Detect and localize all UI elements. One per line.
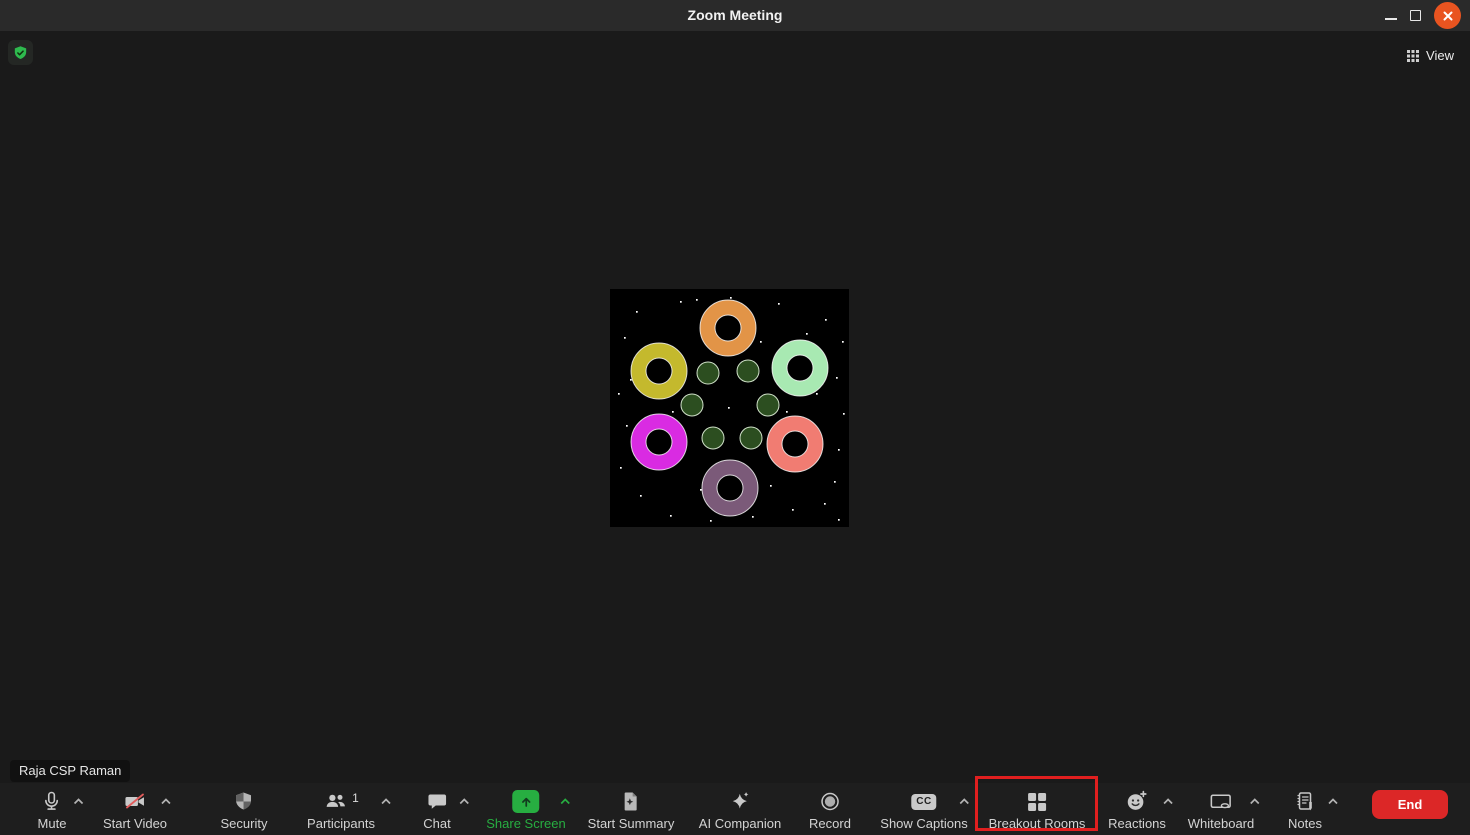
close-button[interactable] (1434, 2, 1461, 29)
share-screen-icon (513, 790, 540, 813)
zoom-meeting-window: Zoom Meeting View (0, 0, 1470, 835)
end-button[interactable]: End (1372, 790, 1448, 819)
view-label: View (1426, 48, 1454, 63)
meeting-info-button[interactable] (8, 40, 33, 65)
mute-label: Mute (38, 816, 67, 832)
window-title: Zoom Meeting (0, 0, 1470, 31)
chevron-up-icon[interactable] (559, 798, 571, 805)
minimize-button[interactable] (1385, 18, 1397, 20)
whiteboard-icon (1208, 789, 1233, 814)
participant-name-tag: Raja CSP Raman (10, 760, 130, 782)
show-captions-label: Show Captions (880, 816, 967, 832)
notes-icon (1293, 789, 1317, 814)
breakout-rooms-label: Breakout Rooms (989, 816, 1086, 832)
toolbar-record[interactable]: Record (809, 788, 851, 832)
meeting-toolbar: Mute Start Video Secur (0, 783, 1470, 835)
video-camera-off-icon (123, 789, 147, 814)
participants-label: Participants (307, 816, 375, 832)
grid-view-icon (1406, 49, 1420, 63)
record-label: Record (809, 816, 851, 832)
start-video-label: Start Video (103, 816, 167, 832)
chevron-up-icon[interactable] (1162, 798, 1174, 805)
chat-label: Chat (423, 816, 450, 832)
toolbar-show-captions[interactable]: CC Show Captions (880, 788, 967, 832)
close-icon (1442, 10, 1454, 22)
record-icon (818, 789, 842, 814)
ai-companion-label: AI Companion (699, 816, 781, 832)
chevron-up-icon[interactable] (958, 798, 970, 805)
toolbar-chat[interactable]: Chat (423, 788, 450, 832)
toolbar-breakout-rooms[interactable]: Breakout Rooms (989, 788, 1086, 832)
titlebar: Zoom Meeting (0, 0, 1470, 31)
reactions-smiley-icon (1125, 789, 1150, 814)
share-screen-label: Share Screen (486, 816, 566, 832)
participants-count: 1 (352, 791, 359, 805)
cc-icon: CC (911, 794, 936, 810)
security-label: Security (221, 816, 268, 832)
ai-sparkle-icon (727, 789, 753, 815)
start-summary-label: Start Summary (588, 816, 675, 832)
chevron-up-icon[interactable] (1327, 798, 1339, 805)
window-controls (1385, 0, 1461, 31)
shield-icon (232, 789, 256, 814)
security-shield-icon (12, 44, 29, 62)
chevron-up-icon[interactable] (1249, 798, 1261, 805)
chevron-up-icon[interactable] (458, 798, 470, 805)
toolbar-security[interactable]: Security (221, 788, 268, 832)
toolbar-notes[interactable]: Notes (1288, 788, 1322, 832)
notes-label: Notes (1288, 816, 1322, 832)
chevron-up-icon[interactable] (160, 798, 172, 805)
toolbar-reactions[interactable]: Reactions (1108, 788, 1166, 832)
shared-image-svg (610, 289, 849, 527)
chevron-up-icon[interactable] (380, 798, 392, 805)
summary-document-icon (619, 789, 643, 814)
whiteboard-label: Whiteboard (1188, 816, 1254, 832)
toolbar-ai-companion[interactable]: AI Companion (699, 788, 781, 832)
chevron-up-icon[interactable] (73, 798, 85, 805)
chat-bubble-icon (425, 789, 449, 814)
breakout-rooms-icon (1025, 789, 1049, 814)
toolbar-participants[interactable]: 1 Participants (307, 788, 375, 832)
maximize-button[interactable] (1410, 10, 1421, 21)
view-button[interactable]: View (1406, 48, 1454, 63)
toolbar-share-screen[interactable]: Share Screen (486, 788, 566, 832)
participants-icon (323, 789, 349, 814)
microphone-icon (40, 789, 64, 814)
meeting-area: View Raja CSP Raman (0, 31, 1470, 783)
toolbar-mute[interactable]: Mute (38, 788, 67, 832)
reactions-label: Reactions (1108, 816, 1166, 832)
toolbar-whiteboard[interactable]: Whiteboard (1188, 788, 1254, 832)
toolbar-start-summary[interactable]: Start Summary (588, 788, 675, 832)
toolbar-start-video[interactable]: Start Video (103, 788, 167, 832)
